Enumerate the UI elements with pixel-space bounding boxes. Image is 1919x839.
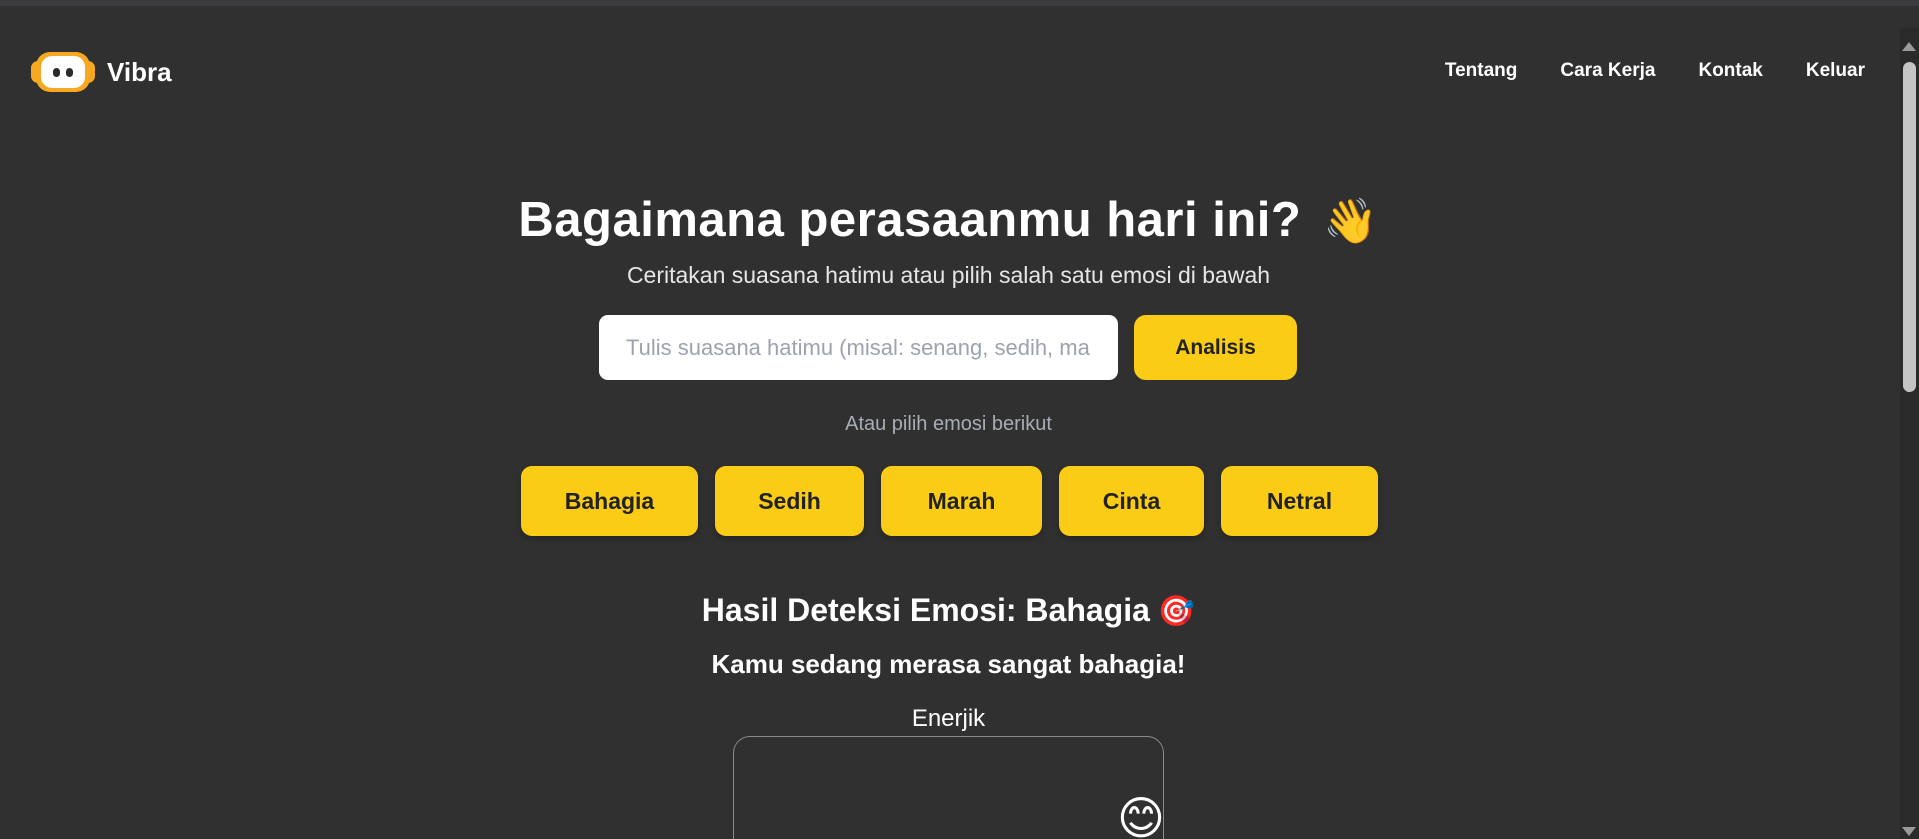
emotion-choices: Bahagia Sedih Marah Cinta Netral [521,466,1378,536]
target-icon: 🎯 [1157,595,1196,628]
mood-search-form: Analisis [599,315,1297,380]
smiling-face-icon: 😊 [1117,792,1165,839]
brand-name: Vibra [107,56,172,87]
nav-link-keluar[interactable]: Keluar [1806,60,1865,82]
hero-title-text: Bagaimana perasaanmu hari ini? [518,193,1302,247]
brand[interactable]: Vibra [31,50,172,94]
scroll-up-arrow-icon[interactable] [1902,42,1916,51]
analyze-button[interactable]: Analisis [1134,315,1297,380]
choose-emotion-prompt: Atau pilih emosi berikut [845,413,1052,435]
waving-hand-icon: 👋 [1323,197,1379,246]
hero-subtitle: Ceritakan suasana hatimu atau pilih sala… [626,262,1271,288]
window-top-border [0,0,1919,6]
energy-panel [733,736,1164,839]
result-title: Hasil Deteksi Emosi: Bahagia 🎯 [0,592,1897,629]
emotion-button-netral[interactable]: Netral [1221,466,1378,536]
mood-input[interactable] [599,315,1118,380]
page-scrollbar[interactable] [1900,28,1919,839]
emotion-button-cinta[interactable]: Cinta [1059,466,1204,536]
emotion-button-marah[interactable]: Marah [881,466,1042,536]
energy-label: Enerjik [911,705,986,732]
nav-link-cara-kerja[interactable]: Cara Kerja [1560,60,1655,82]
robot-face-icon [31,50,95,94]
hero-title: Bagaimana perasaanmu hari ini? 👋 [0,192,1897,248]
emotion-button-sedih[interactable]: Sedih [715,466,864,536]
main-nav: Tentang Cara Kerja Kontak Keluar [1445,60,1865,82]
result-title-text: Hasil Deteksi Emosi: Bahagia [701,592,1150,628]
page: Vibra Tentang Cara Kerja Kontak Keluar B… [0,0,1919,839]
emotion-button-bahagia[interactable]: Bahagia [521,466,698,536]
nav-link-kontak[interactable]: Kontak [1698,60,1762,82]
scroll-down-arrow-icon[interactable] [1902,827,1916,836]
result-message: Kamu sedang merasa sangat bahagia! [711,649,1186,679]
nav-link-tentang[interactable]: Tentang [1445,60,1517,82]
scrollbar-thumb[interactable] [1903,62,1916,392]
